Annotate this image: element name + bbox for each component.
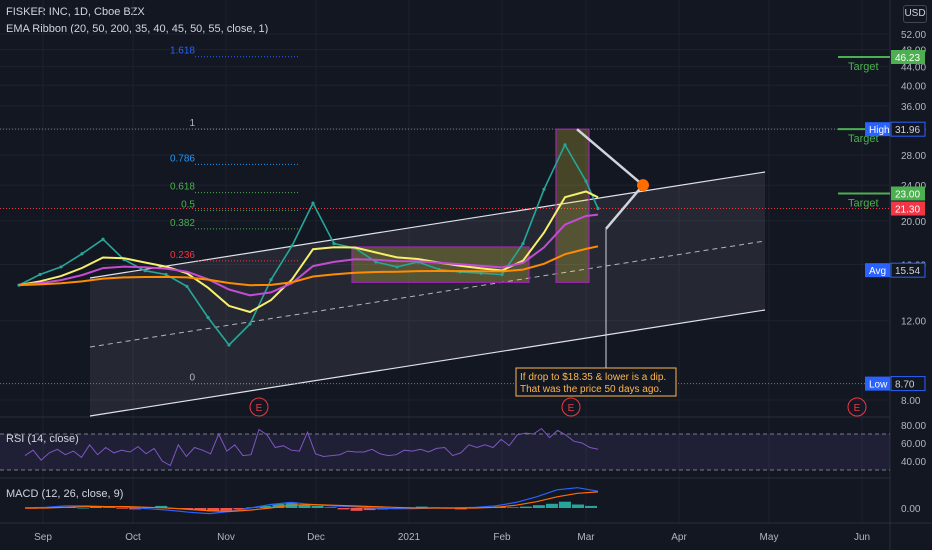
axis-price-label: 21.30 [895,205,920,216]
price-point [59,265,63,269]
price-point [596,206,600,211]
macd-histogram-bar [545,503,558,508]
price-point [332,242,336,246]
note-text-line: If drop to $18.35 & lower is a dip. [520,372,666,383]
price-tick-label: 40.00 [901,81,926,92]
price-point [185,284,189,289]
fib-level-label: 1 [189,118,195,129]
earnings-marker-label: E [568,403,575,414]
fib-level-label: 0.618 [170,182,195,193]
price-point [206,315,210,320]
price-point [164,272,168,277]
rsi-title: RSI (14, close) [6,433,79,445]
macd-histogram-bar [558,501,571,508]
axis-stat-value: 8.70 [895,380,915,391]
price-point [143,269,147,273]
time-axis-label: Jun [854,532,870,543]
time-axis-label: Feb [493,532,511,543]
price-tick-label: 36.00 [901,102,926,113]
price-tick-label: 12.00 [901,317,926,328]
note-text-line: That was the price 50 days ago. [520,384,662,395]
price-tick-label: 44.00 [901,63,926,74]
price-point [101,237,105,241]
macd-histogram-bar [337,508,350,510]
macd-histogram-bar [311,505,324,508]
target-label: Target [848,198,879,210]
time-axis-label: May [760,532,779,543]
axis-stat-value: 31.96 [895,125,920,136]
rsi-tick-label: 60.00 [901,439,926,450]
price-point [227,343,231,347]
time-axis-label: Apr [671,532,687,543]
macd-histogram-bar [532,505,545,508]
axis-price-label: 23.00 [895,190,920,201]
price-point [248,322,252,326]
price-chart[interactable]: SepOctNovDec2021FebMarAprMayJun52.0048.0… [0,0,932,550]
macd-histogram-bar [584,505,597,508]
price-point [38,272,42,277]
price-point [80,252,84,256]
axis-stat-label: High [869,125,890,136]
macd-histogram-bar [519,506,532,508]
price-point [374,260,378,264]
time-axis-label: Mar [577,532,595,543]
macd-histogram-bar [571,504,584,508]
time-axis-label: Oct [125,532,141,543]
note-callout: If drop to $18.35 & lower is a dip.That … [515,367,677,397]
macd-histogram-bar [77,508,90,509]
price-tick-label: 8.00 [901,396,921,407]
macd-histogram-bar [506,507,519,508]
price-point [563,143,567,147]
time-axis-label: Dec [307,532,325,543]
macd-histogram-bar [350,508,363,511]
rsi-band [0,434,890,470]
target-label: Target [848,61,879,73]
time-axis-label: 2021 [398,532,421,543]
fib-level-label: 1.618 [170,46,195,57]
earnings-marker-label: E [854,403,861,414]
axis-stat-label: Low [869,380,888,391]
fib-level-label: 0.236 [170,250,195,261]
price-point [521,242,525,246]
price-point [290,244,294,248]
macd-histogram-bar [324,507,337,508]
price-point [311,201,315,205]
rocket-icon [637,179,649,192]
price-tick-label: 28.00 [901,151,926,162]
macd-histogram-bar [116,508,129,509]
price-tick-label: 20.00 [901,217,926,228]
fib-level-label: 0.786 [170,153,195,164]
price-tick-label: 52.00 [901,30,926,41]
earnings-marker-label: E [256,403,263,414]
rsi-tick-label: 80.00 [901,421,926,432]
fib-level-label: 0.382 [170,218,195,229]
axis-stat-value: 15.54 [895,266,920,277]
price-point [269,278,273,282]
time-axis-label: Sep [34,532,52,543]
price-point [584,179,588,183]
price-point [395,265,399,269]
axis-stat-label: Avg [869,266,886,277]
fib-level-label: 0 [189,373,195,384]
macd-title: MACD (12, 26, close, 9) [6,488,123,500]
price-point [500,272,504,277]
rsi-tick-label: 40.00 [901,457,926,468]
macd-histogram-bar [220,508,233,511]
axis-price-label: 46.23 [895,53,920,64]
macd-tick-label: 0.00 [901,504,921,515]
price-point [542,187,546,191]
time-axis-label: Nov [217,532,235,543]
